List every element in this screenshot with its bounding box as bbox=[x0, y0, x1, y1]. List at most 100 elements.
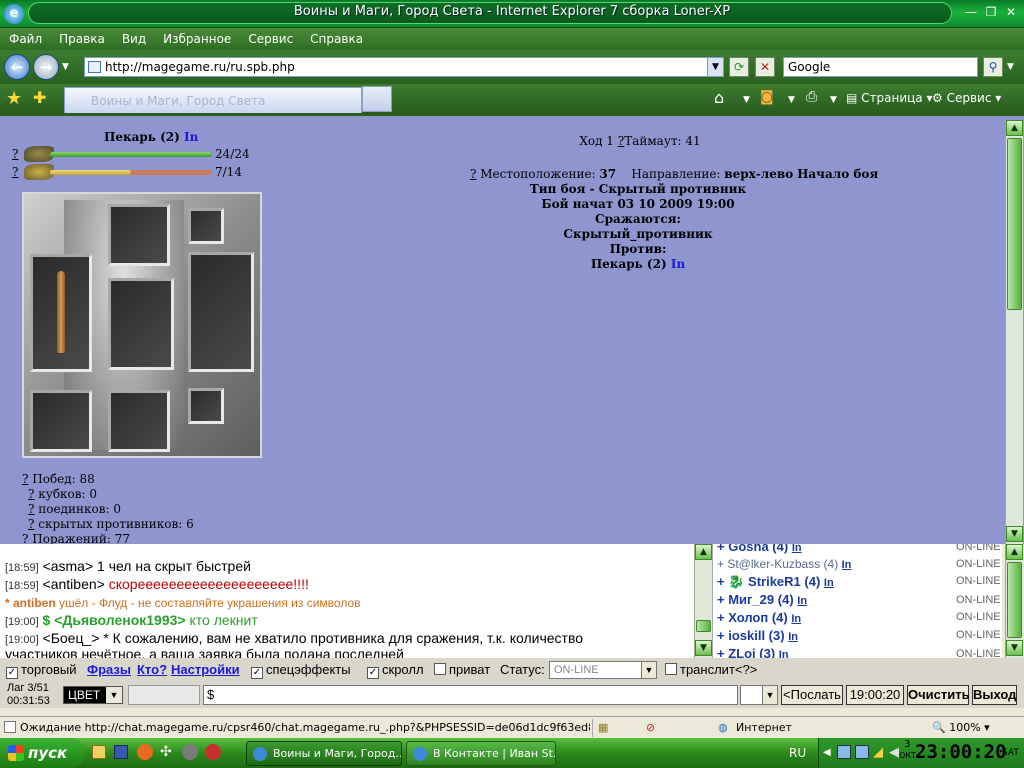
chat-scroll-up-icon[interactable]: ▲ bbox=[695, 544, 712, 560]
task-vkontakte-window[interactable]: В Контакте | Иван St... bbox=[406, 741, 556, 766]
who-link[interactable]: Кто? bbox=[137, 662, 167, 677]
volume-icon[interactable]: ◀ bbox=[889, 745, 899, 760]
network2-icon[interactable] bbox=[855, 745, 869, 759]
address-input[interactable]: http://magegame.ru/ru.spb.php ▼ bbox=[84, 57, 724, 77]
trade-option[interactable]: ✓ торговый bbox=[6, 662, 76, 679]
location-help[interactable]: ? bbox=[470, 167, 476, 181]
rss-icon[interactable]: ◙ bbox=[760, 89, 774, 105]
clock[interactable]: 23:00:20 bbox=[915, 741, 1007, 763]
slot-helmet[interactable] bbox=[108, 204, 170, 266]
network-icon[interactable] bbox=[837, 745, 851, 759]
chat-nick[interactable]: <antiben> bbox=[43, 576, 105, 592]
chat-nick[interactable]: * antiben bbox=[5, 596, 56, 610]
private-option[interactable]: приват bbox=[434, 662, 490, 677]
exit-button[interactable]: Выход bbox=[972, 685, 1017, 705]
recipient-field[interactable] bbox=[128, 685, 200, 705]
menu-file[interactable]: Файл bbox=[0, 28, 50, 46]
scroll-option[interactable]: ✓ скролл bbox=[367, 662, 424, 679]
side2-status[interactable]: In bbox=[671, 257, 685, 271]
history-dropdown-icon[interactable]: ▼ bbox=[62, 62, 69, 72]
page-menu[interactable]: ▤ Страница ▾ bbox=[846, 91, 933, 105]
trade-checkbox[interactable]: ✓ bbox=[6, 667, 18, 679]
users-scroll-up-icon[interactable]: ▲ bbox=[1006, 544, 1023, 560]
slot-armor[interactable] bbox=[108, 278, 174, 370]
hp-help[interactable]: ? bbox=[12, 147, 18, 161]
task-game-window[interactable]: Воины и Маги, Город... bbox=[246, 741, 402, 766]
chat-nick[interactable]: $ <Дьяволенок1993> bbox=[43, 612, 186, 628]
status-dropdown-icon[interactable]: ▼ bbox=[641, 662, 656, 678]
home-dropdown-icon[interactable]: ▼ bbox=[743, 95, 750, 105]
users-scroll-down-icon[interactable]: ▼ bbox=[1006, 640, 1023, 656]
user-item[interactable]: + ioskill (3) In bbox=[717, 628, 798, 643]
new-tab[interactable] bbox=[362, 86, 392, 112]
maximize-icon[interactable]: ❐ bbox=[982, 4, 1000, 20]
slot-amulet[interactable] bbox=[188, 208, 224, 244]
tray-expand-icon[interactable]: ◀ bbox=[823, 747, 831, 758]
menu-help[interactable]: Справка bbox=[301, 28, 371, 46]
cups-help[interactable]: ? bbox=[28, 487, 34, 501]
search-options-icon[interactable]: ▼ bbox=[1007, 62, 1014, 72]
user-item[interactable]: + Холоп (4) In bbox=[717, 610, 801, 625]
duels-help[interactable]: ? bbox=[28, 502, 34, 516]
add-favorite-icon[interactable]: ✚ bbox=[33, 88, 46, 107]
game-scrollbar[interactable]: ▲ ▼ bbox=[1005, 120, 1023, 544]
print-icon[interactable]: ⎙ bbox=[806, 89, 817, 105]
tray-app-icon[interactable] bbox=[182, 744, 198, 760]
status-select[interactable]: ON-LINE ▼ bbox=[549, 661, 657, 679]
scroll-checkbox[interactable]: ✓ bbox=[367, 667, 379, 679]
user-item[interactable]: + Миг_29 (4) In bbox=[717, 592, 807, 607]
chat-nick[interactable]: <asma> bbox=[43, 558, 94, 574]
scroll-down-icon[interactable]: ▼ bbox=[1006, 526, 1023, 542]
service-menu[interactable]: ⚙ Сервис ▾ bbox=[932, 91, 1001, 105]
private-checkbox[interactable] bbox=[434, 663, 446, 675]
zoom-control[interactable]: 🔍 100% ▾ bbox=[932, 721, 990, 734]
menu-view[interactable]: Вид bbox=[113, 28, 154, 46]
slot-boots[interactable] bbox=[108, 390, 170, 452]
home-icon[interactable]: ⌂ bbox=[714, 88, 724, 107]
forward-icon[interactable]: → bbox=[33, 54, 59, 80]
address-dropdown-icon[interactable]: ▼ bbox=[707, 58, 723, 76]
settings-link[interactable]: Настройки bbox=[171, 662, 240, 677]
hidden-help[interactable]: ? bbox=[28, 517, 34, 531]
desktop-icon[interactable] bbox=[114, 745, 128, 759]
effects-option[interactable]: ✓ спецэффекты bbox=[251, 662, 351, 679]
effects-checkbox[interactable]: ✓ bbox=[251, 667, 263, 679]
rss-dropdown-icon[interactable]: ▼ bbox=[788, 95, 795, 105]
slot-shield[interactable] bbox=[188, 252, 254, 372]
time-button[interactable]: 19:00:20 bbox=[846, 685, 904, 705]
color-select[interactable]: ЦВЕТ ▼ bbox=[63, 686, 123, 704]
slot-weapon[interactable] bbox=[30, 254, 92, 372]
user-item[interactable]: + Gosha (4) In bbox=[717, 544, 802, 554]
menu-tools[interactable]: Сервис bbox=[239, 28, 301, 46]
tab-current[interactable]: Воины и Маги, Город Света bbox=[64, 87, 362, 113]
search-icon[interactable]: ⚲ bbox=[983, 57, 1003, 77]
phrases-link[interactable]: Фразы bbox=[87, 662, 131, 677]
chat-scrollbar[interactable]: ▲ ▼ bbox=[694, 544, 712, 658]
favorites-star-icon[interactable]: ★ bbox=[6, 88, 22, 109]
menu-edit[interactable]: Правка bbox=[50, 28, 113, 46]
mana-help[interactable]: ? bbox=[12, 165, 18, 179]
program-icon[interactable]: ✣ bbox=[160, 744, 172, 760]
users-scroll-thumb[interactable] bbox=[1007, 562, 1022, 638]
start-button[interactable]: пуск bbox=[0, 738, 84, 768]
winamp-icon[interactable] bbox=[137, 744, 153, 760]
menu-favorites[interactable]: Избранное bbox=[154, 28, 239, 46]
chat-scroll-thumb[interactable] bbox=[696, 620, 711, 632]
chat-nick[interactable]: <Боец_> bbox=[43, 630, 100, 646]
user-item[interactable]: + St@lker-Kuzbass (4) In bbox=[717, 557, 851, 571]
game-scroll-thumb[interactable] bbox=[1007, 138, 1022, 310]
users-scrollbar[interactable]: ▲ ▼ bbox=[1005, 544, 1023, 658]
translit-option[interactable]: транслит<?> bbox=[665, 662, 757, 677]
refresh-icon[interactable]: ⟳ bbox=[729, 57, 749, 77]
translit-help[interactable]: <?> bbox=[735, 662, 757, 677]
chat-scroll-down-icon[interactable]: ▼ bbox=[695, 640, 712, 656]
user-item[interactable]: + 🐉 StrikeR1 (4) In bbox=[717, 574, 834, 590]
stop-icon[interactable]: ✕ bbox=[755, 57, 775, 77]
scroll-up-icon[interactable]: ▲ bbox=[1006, 120, 1023, 136]
folder-icon[interactable] bbox=[92, 745, 106, 759]
slot-ring[interactable] bbox=[188, 388, 224, 424]
translit-checkbox[interactable] bbox=[665, 663, 677, 675]
language-indicator[interactable]: RU bbox=[789, 746, 806, 760]
slot-gloves[interactable] bbox=[30, 390, 92, 452]
smiles-dropdown-icon[interactable]: ▼ bbox=[762, 686, 777, 704]
